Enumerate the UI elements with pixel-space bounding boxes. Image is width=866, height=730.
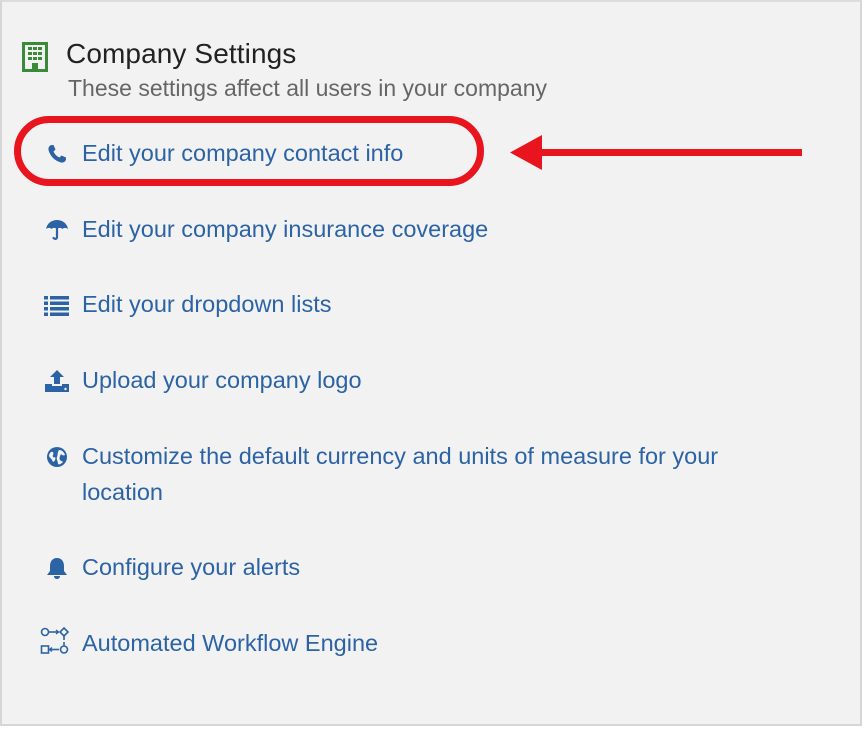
list-icon xyxy=(44,296,69,316)
bell-icon xyxy=(47,558,67,579)
link-label: Edit your company insurance coverage xyxy=(82,216,489,242)
upload-icon xyxy=(45,370,69,392)
link-label: Edit your dropdown lists xyxy=(82,291,332,317)
umbrella-icon xyxy=(46,220,68,240)
globe-icon xyxy=(47,447,67,467)
link-label: Automated Workflow Engine xyxy=(82,630,379,656)
company-settings-panel: Company Settings These settings affect a… xyxy=(0,0,862,726)
page-title: Company Settings xyxy=(66,38,297,69)
link-label: Customize the default currency and units… xyxy=(82,443,719,505)
building-icon xyxy=(22,42,48,72)
workflow-icon xyxy=(40,627,70,654)
page-subtitle: These settings affect all users in your … xyxy=(68,75,547,101)
phone-icon xyxy=(48,145,66,163)
link-label: Configure your alerts xyxy=(82,554,301,580)
link-label: Edit your company contact info xyxy=(82,140,404,166)
link-label: Upload your company logo xyxy=(82,367,362,393)
